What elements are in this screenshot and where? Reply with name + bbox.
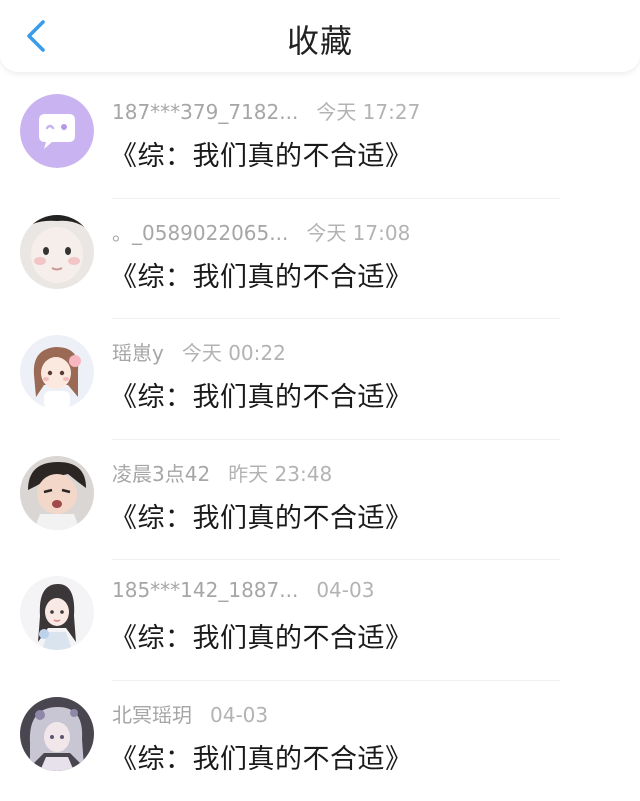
list-item[interactable]: 瑶崽y 今天 00:22 《综：我们真的不合适》: [0, 319, 640, 440]
avatar[interactable]: [20, 697, 94, 771]
item-meta: 北冥瑶玥 04-03: [112, 699, 268, 728]
list-item[interactable]: 凌晨3点42 昨天 23:48 《综：我们真的不合适》: [0, 440, 640, 561]
silver-hair-girl-avatar: [20, 697, 94, 771]
timestamp: 今天 00:22: [182, 341, 286, 365]
baby-face-avatar: [20, 215, 94, 289]
item-meta: 凌晨3点42 昨天 23:48: [112, 458, 332, 487]
user-name[interactable]: 187***379_7182...: [112, 100, 298, 124]
avatar[interactable]: [20, 576, 94, 650]
anime-girl-avatar: [20, 335, 94, 409]
book-title[interactable]: 《综：我们真的不合适》: [110, 737, 413, 776]
user-name[interactable]: 凌晨3点42: [112, 462, 210, 486]
avatar[interactable]: [20, 335, 94, 409]
timestamp: 昨天 23:48: [228, 462, 332, 486]
timestamp: 今天 17:08: [306, 221, 410, 245]
avatar[interactable]: [20, 94, 94, 168]
timestamp: 04-03: [210, 703, 268, 727]
user-name[interactable]: 瑶崽y: [112, 341, 164, 365]
timestamp: 04-03: [316, 578, 374, 602]
favorites-list: 187***379_7182... 今天 17:27 《综：我们真的不合适》 。_…: [0, 78, 640, 801]
item-meta: 185***142_1887... 04-03: [112, 578, 374, 602]
drawn-girl-avatar: [20, 576, 94, 650]
timestamp: 今天 17:27: [316, 100, 420, 124]
page-title: 收藏: [0, 16, 640, 62]
avatar[interactable]: [20, 456, 94, 530]
item-meta: 187***379_7182... 今天 17:27: [112, 96, 420, 125]
book-title[interactable]: 《综：我们真的不合适》: [110, 496, 413, 535]
book-title[interactable]: 《综：我们真的不合适》: [110, 255, 413, 294]
chat-bubble-icon: [20, 94, 94, 168]
avatar[interactable]: [20, 215, 94, 289]
user-name[interactable]: 185***142_1887...: [112, 578, 298, 602]
user-name[interactable]: 北冥瑶玥: [112, 703, 192, 727]
item-meta: 。_0589022065... 今天 17:08: [112, 217, 410, 246]
list-item[interactable]: 187***379_7182... 今天 17:27 《综：我们真的不合适》: [0, 78, 640, 199]
top-bar: 收藏: [0, 0, 640, 72]
user-name[interactable]: 。_0589022065...: [112, 221, 288, 245]
list-item[interactable]: 185***142_1887... 04-03 《综：我们真的不合适》: [0, 560, 640, 681]
item-meta: 瑶崽y 今天 00:22: [112, 337, 286, 366]
list-item[interactable]: 北冥瑶玥 04-03 《综：我们真的不合适》: [0, 681, 640, 801]
book-title[interactable]: 《综：我们真的不合适》: [110, 616, 413, 655]
anime-boy-avatar: [20, 456, 94, 530]
book-title[interactable]: 《综：我们真的不合适》: [110, 375, 413, 414]
book-title[interactable]: 《综：我们真的不合适》: [110, 134, 413, 173]
list-item[interactable]: 。_0589022065... 今天 17:08 《综：我们真的不合适》: [0, 199, 640, 320]
